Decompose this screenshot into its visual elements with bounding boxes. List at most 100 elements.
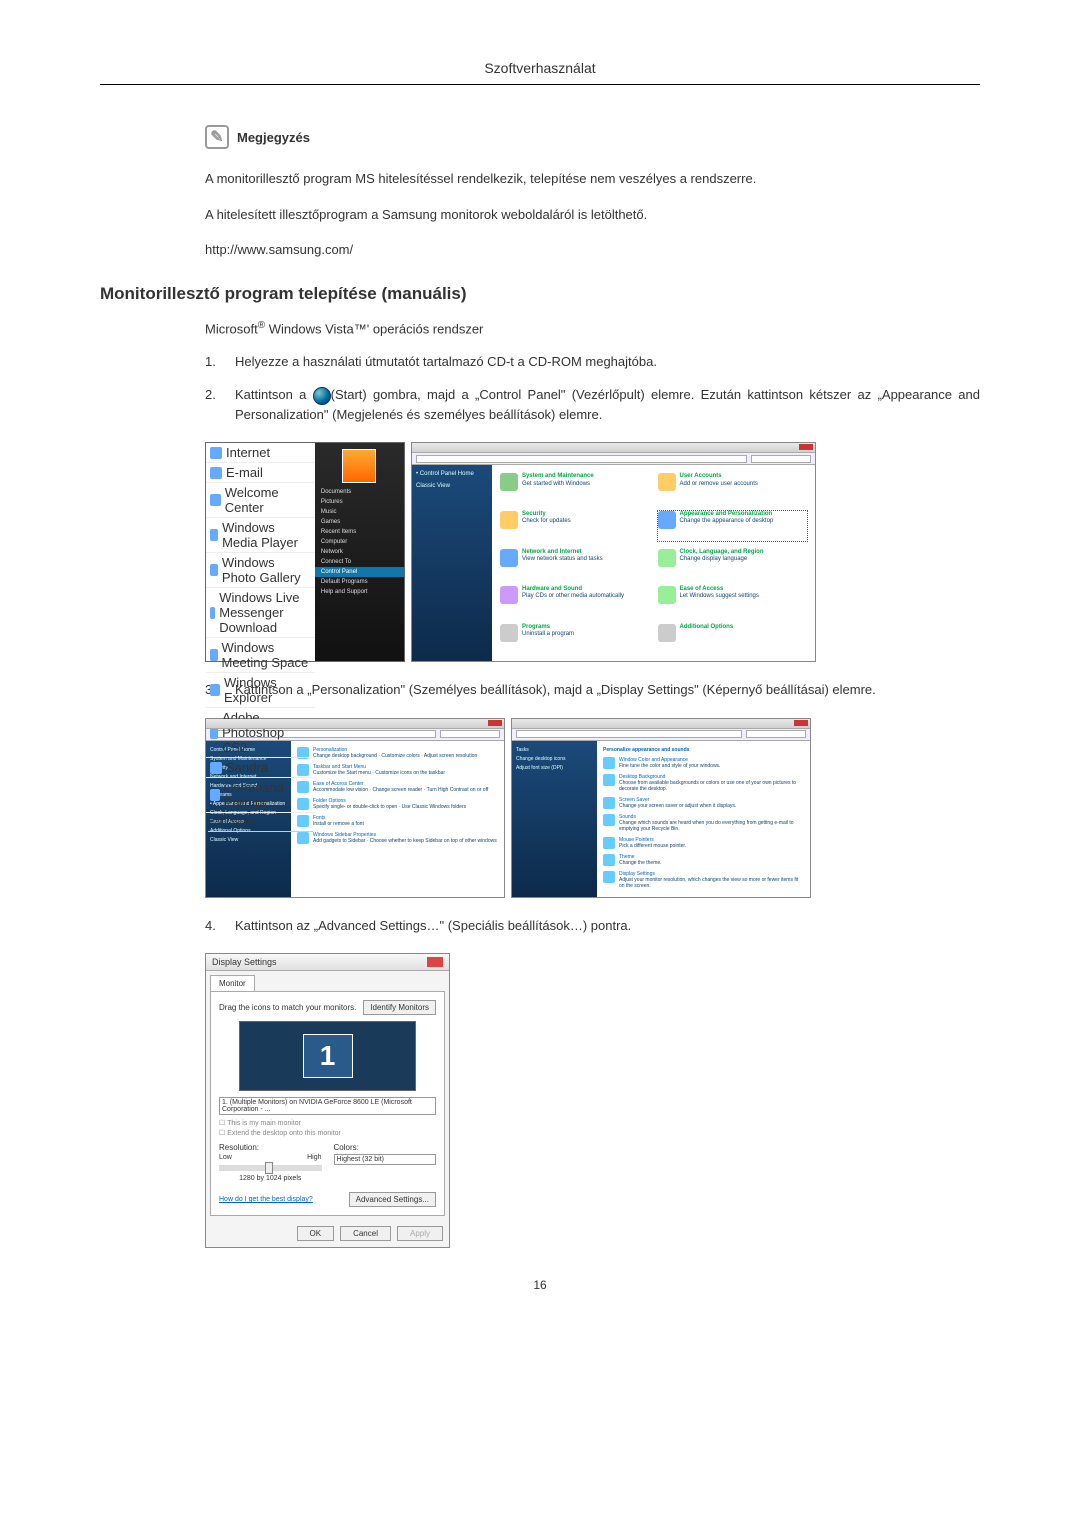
start-search-input[interactable]	[208, 831, 313, 832]
cat-title: Programs	[522, 624, 574, 631]
cp-side-home[interactable]: Control Panel Home	[420, 471, 474, 477]
help-link[interactable]: How do I get the best display?	[219, 1196, 313, 1203]
windows-start-icon	[313, 387, 331, 405]
sm-right-item[interactable]: Help and Support	[315, 587, 404, 597]
sm-right-item-controlpanel[interactable]: Control Panel	[315, 567, 404, 577]
cp-categories: System and MaintenanceGet started with W…	[492, 465, 815, 661]
cp-cat-users[interactable]: User AccountsAdd or remove user accounts	[658, 473, 808, 503]
pers-item[interactable]: Mouse PointersPick a different mouse poi…	[603, 837, 804, 849]
pers-item[interactable]: Display SettingsAdjust your monitor reso…	[603, 871, 804, 889]
step-number: 4.	[205, 916, 219, 936]
pers-item[interactable]: ThemeChange the theme.	[603, 854, 804, 866]
sm-item[interactable]: Adobe Photoshop CS2	[206, 708, 315, 758]
search-input[interactable]	[440, 730, 500, 738]
cat-sub: Get started with Windows	[522, 481, 594, 488]
appearance-item[interactable]: Ease of Access CenterAccommodate low vis…	[297, 781, 498, 793]
side-item[interactable]: Adjust font size (DPI)	[516, 765, 593, 772]
tab-monitor[interactable]: Monitor	[210, 975, 255, 991]
pers-item[interactable]: SoundsChange which sounds are heard when…	[603, 814, 804, 832]
sm-right-item[interactable]: Network	[315, 547, 404, 557]
advanced-settings-button[interactable]: Advanced Settings...	[349, 1192, 436, 1207]
category-icon	[658, 549, 676, 567]
sm-item-label: Windows Meeting Space	[222, 640, 311, 670]
item-icon	[603, 797, 615, 809]
sm-item[interactable]: Internet	[206, 443, 315, 463]
sm-item[interactable]: Windows Live Messenger Download	[206, 588, 315, 638]
main-monitor-checkbox[interactable]: ☐ This is my main monitor	[219, 1119, 436, 1127]
sm-item[interactable]: Windows Photo Gallery	[206, 553, 315, 588]
cp-cat-hardware[interactable]: Hardware and SoundPlay CDs or other medi…	[500, 586, 650, 616]
appearance-item[interactable]: Windows Sidebar PropertiesAdd gadgets to…	[297, 832, 498, 844]
category-icon	[500, 473, 518, 491]
cp-cat-appearance[interactable]: Appearance and PersonalizationChange the…	[658, 511, 808, 541]
identify-monitors-button[interactable]: Identify Monitors	[363, 1000, 436, 1015]
app-icon	[210, 564, 218, 576]
app-icon	[210, 467, 222, 479]
monitor-preview[interactable]: 1	[239, 1021, 416, 1091]
sm-right-item[interactable]: Connect To	[315, 557, 404, 567]
pers-item[interactable]: Window Color and AppearanceFine tune the…	[603, 757, 804, 769]
sm-right-item[interactable]: Pictures	[315, 497, 404, 507]
appearance-item[interactable]: Folder OptionsSpecify single- or double-…	[297, 798, 498, 810]
breadcrumb-path[interactable]	[516, 730, 742, 738]
side-item[interactable]: Tasks	[516, 747, 593, 754]
sm-item-label: Sandra	[226, 760, 268, 775]
colors-dropdown[interactable]: Highest (32 bit)	[334, 1154, 437, 1165]
appearance-item[interactable]: FontsInstall or remove a font	[297, 815, 498, 827]
search-input[interactable]	[746, 730, 806, 738]
pers-item[interactable]: Desktop BackgroundChoose from available …	[603, 774, 804, 792]
sm-right-item[interactable]: Recent Items	[315, 527, 404, 537]
close-icon[interactable]	[799, 444, 813, 450]
cat-title: Appearance and Personalization	[680, 511, 774, 518]
cp-cat-system[interactable]: System and MaintenanceGet started with W…	[500, 473, 650, 503]
cp-side-classic[interactable]: Classic View	[416, 483, 450, 489]
display-settings-dialog: Display Settings Monitor Drag the icons …	[205, 953, 450, 1248]
sm-item[interactable]: E-mail	[206, 463, 315, 483]
monitor-dropdown[interactable]: 1. (Multiple Monitors) on NVIDIA GeForce…	[219, 1097, 436, 1115]
cp-cat-additional[interactable]: Additional Options	[658, 624, 808, 654]
note-paragraph-1: A monitorillesztő program MS hitelesítés…	[205, 169, 980, 189]
sm-item[interactable]: Windows Media Player	[206, 518, 315, 553]
personalization-main: Personalize appearance and sounds Window…	[597, 741, 810, 897]
extend-desktop-checkbox[interactable]: ☐ Extend the desktop onto this monitor	[219, 1129, 436, 1137]
side-item[interactable]: Change desktop icons	[516, 756, 593, 763]
resolution-slider[interactable]	[219, 1165, 322, 1171]
search-input[interactable]	[751, 455, 811, 463]
cat-sub: Change display language	[680, 556, 764, 563]
slider-thumb[interactable]	[265, 1162, 273, 1174]
sm-right-item[interactable]: Default Programs	[315, 577, 404, 587]
sm-right-item[interactable]: Computer	[315, 537, 404, 547]
close-icon[interactable]	[488, 720, 502, 726]
cat-title: Network and Internet	[522, 549, 603, 556]
cp-cat-network[interactable]: Network and InternetView network status …	[500, 549, 650, 579]
item-icon	[603, 757, 615, 769]
side-item[interactable]: Classic View	[210, 837, 287, 844]
sm-item-label: Adobe Photoshop CS2	[222, 710, 311, 755]
slider-high: High	[307, 1154, 321, 1161]
user-avatar	[342, 449, 376, 483]
sm-right-item[interactable]: Music	[315, 507, 404, 517]
slider-low: Low	[219, 1154, 232, 1161]
appearance-item[interactable]: Taskbar and Start MenuCustomize the Star…	[297, 764, 498, 776]
sm-item[interactable]: Sandra	[206, 758, 315, 778]
all-programs[interactable]: ▸ All Programs	[206, 813, 315, 829]
close-icon[interactable]	[427, 957, 443, 967]
sm-right-item[interactable]: Documents	[315, 487, 404, 497]
app-icon	[210, 789, 220, 801]
cancel-button[interactable]: Cancel	[340, 1226, 391, 1241]
appearance-item[interactable]: PersonalizationChange desktop background…	[297, 747, 498, 759]
sm-right-item[interactable]: Games	[315, 517, 404, 527]
sm-item[interactable]: Windows Meeting Space	[206, 638, 315, 673]
close-icon[interactable]	[794, 720, 808, 726]
cp-cat-clock[interactable]: Clock, Language, and RegionChange displa…	[658, 549, 808, 579]
cp-cat-programs[interactable]: ProgramsUninstall a program	[500, 624, 650, 654]
sm-item[interactable]: Command Prompt	[206, 778, 315, 813]
sm-item[interactable]: Windows Explorer	[206, 673, 315, 708]
ok-button[interactable]: OK	[297, 1226, 335, 1241]
breadcrumb-path[interactable]	[416, 455, 747, 463]
cp-cat-ease[interactable]: Ease of AccessLet Windows suggest settin…	[658, 586, 808, 616]
apply-button[interactable]: Apply	[397, 1226, 443, 1241]
sm-item[interactable]: Welcome Center	[206, 483, 315, 518]
pers-item[interactable]: Screen SaverChange your screen saver or …	[603, 797, 804, 809]
cp-cat-security[interactable]: SecurityCheck for updates	[500, 511, 650, 541]
